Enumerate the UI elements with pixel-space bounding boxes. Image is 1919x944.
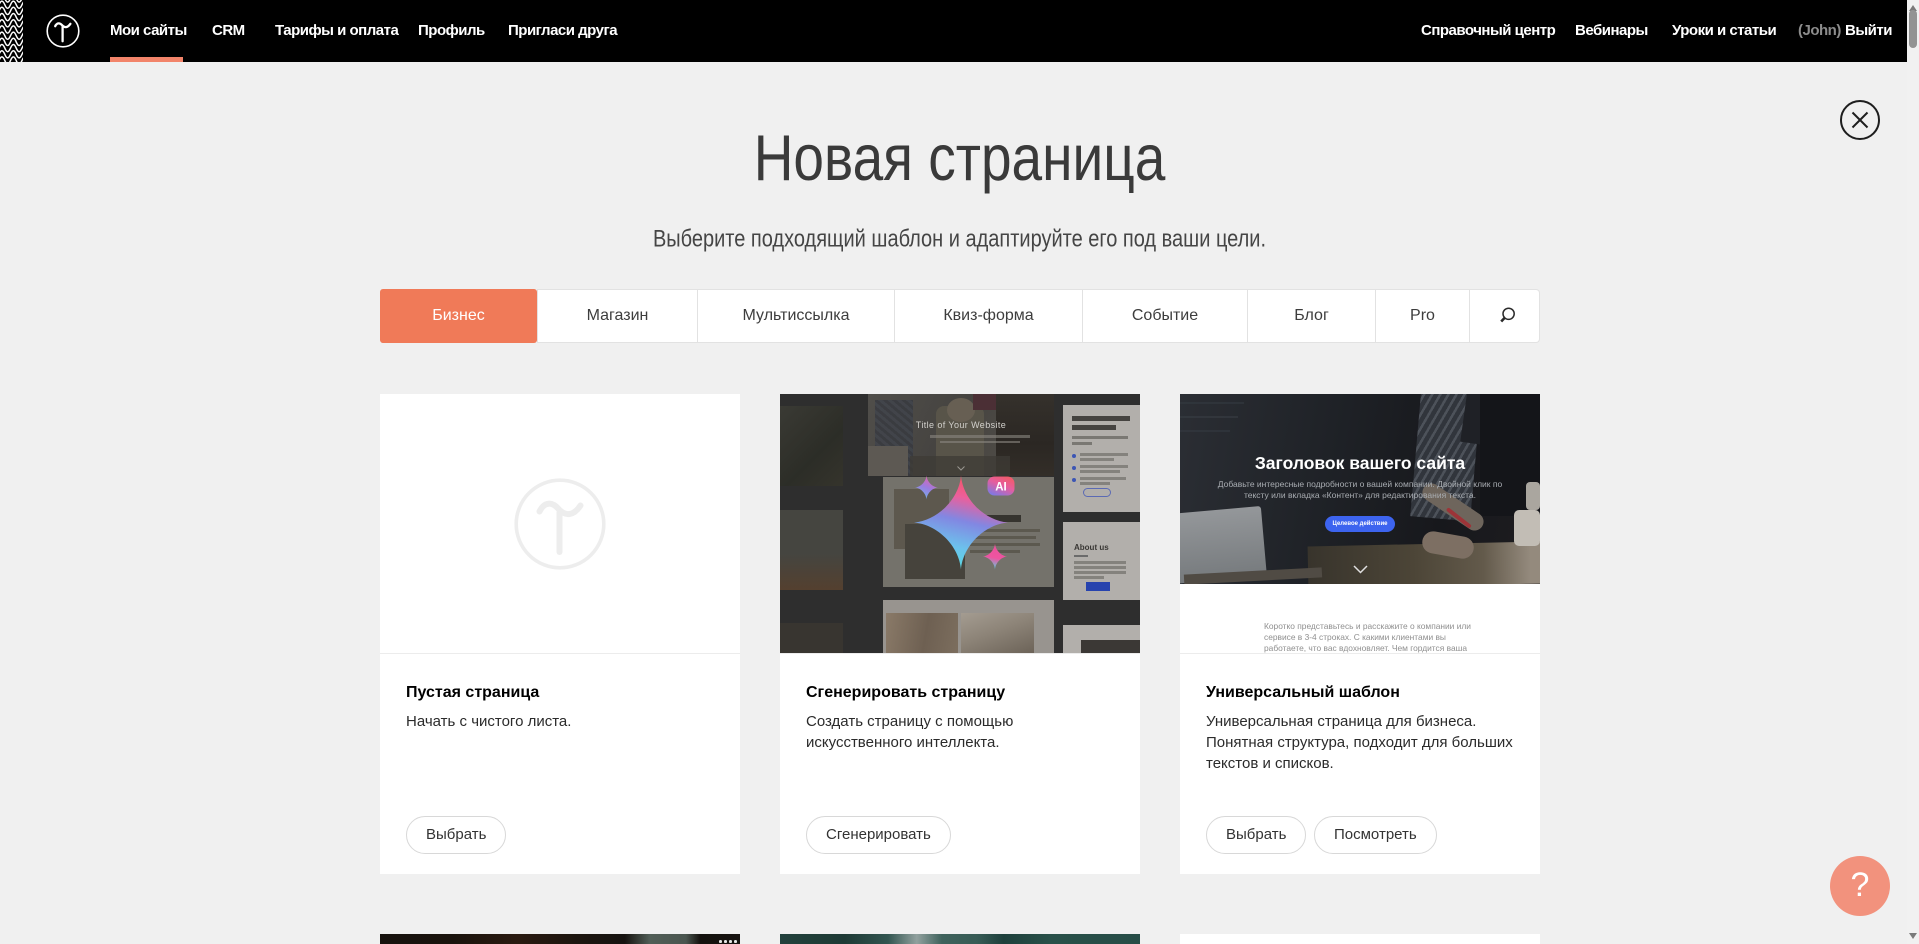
svg-text:AI: AI — [995, 482, 1007, 494]
